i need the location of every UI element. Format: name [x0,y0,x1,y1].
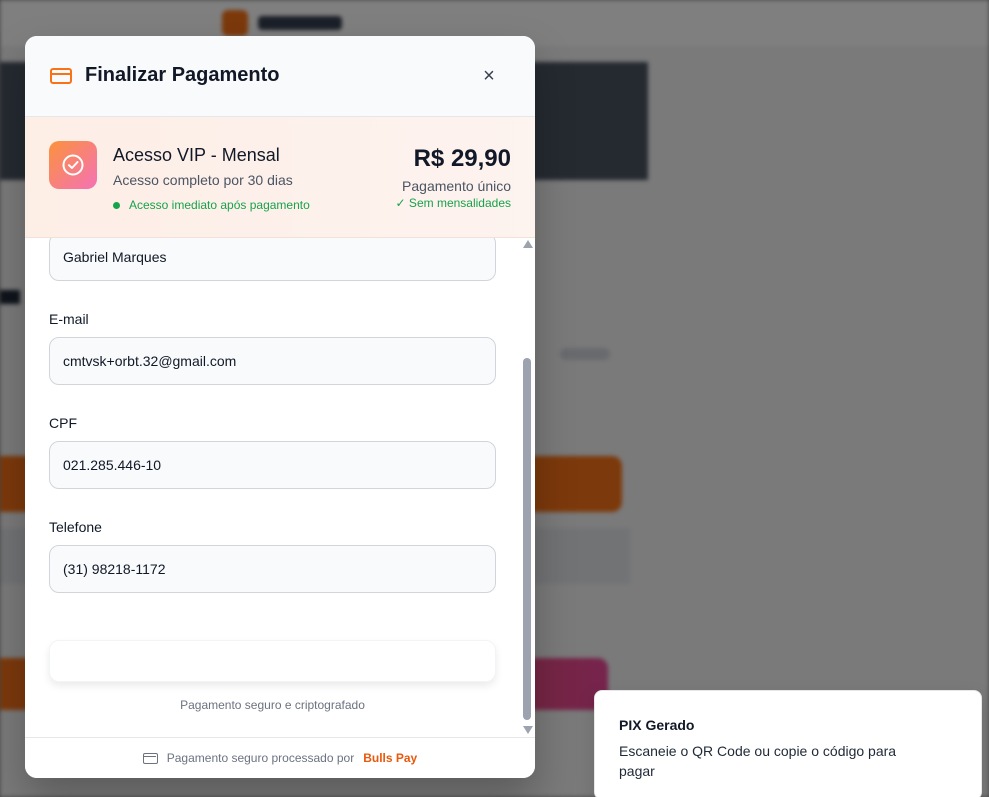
credit-card-icon [142,752,158,764]
secure-note: Pagamento seguro e criptografado [180,698,365,712]
phone-label: Telefone [49,519,102,535]
check-circle-icon [49,141,97,189]
price-note: Pagamento único [402,178,511,194]
toast-message: Escaneie o QR Code ou copie o código par… [619,743,897,779]
email-field[interactable]: cmtvsk+orbt.32@gmail.com [49,337,496,385]
close-button[interactable]: × [477,64,501,88]
product-name: Acesso VIP - Mensal [113,145,280,165]
product-price: R$ 29,90 [413,145,511,172]
green-dot-icon [113,201,120,209]
product-description: Acesso completo por 30 dias [113,172,293,188]
submit-payment-button[interactable] [49,640,496,682]
scroll-up-arrow-icon[interactable] [523,240,533,248]
phone-field[interactable]: (31) 98218-1172 [49,545,496,593]
scrollbar[interactable] [522,238,534,736]
footer-text: Pagamento seguro processado por [166,751,355,765]
form-scroll-area[interactable]: Gabriel Marques E-mail cmtvsk+orbt.32@gm… [25,238,535,736]
modal-header: Finalizar Pagamento × [25,36,535,117]
payment-modal: Finalizar Pagamento × Acesso VIP - Mensa… [25,36,535,778]
cpf-label: CPF [49,415,77,431]
brand-link[interactable]: Bulls Pay [363,751,417,765]
access-note-text: Acesso imediato após pagamento [129,198,310,212]
scrollbar-thumb[interactable] [523,358,531,720]
modal-title: Finalizar Pagamento [85,64,280,86]
access-note: Acesso imediato após pagamento [113,198,310,212]
toast-notification: PIX Gerado Escaneie o QR Code ou copie o… [594,690,982,797]
email-label: E-mail [49,311,89,327]
name-field[interactable]: Gabriel Marques [49,238,496,281]
cpf-field[interactable]: 021.285.446-10 [49,441,496,489]
modal-footer: Pagamento seguro processado por Bulls Pa… [25,737,535,778]
scroll-down-arrow-icon[interactable] [523,726,533,734]
credit-card-icon [50,68,72,84]
toast-title: PIX Gerado [619,717,695,733]
no-subscription-note: ✓ Sem mensalidades [395,196,511,210]
product-summary: Acesso VIP - Mensal Acesso completo por … [25,117,535,238]
